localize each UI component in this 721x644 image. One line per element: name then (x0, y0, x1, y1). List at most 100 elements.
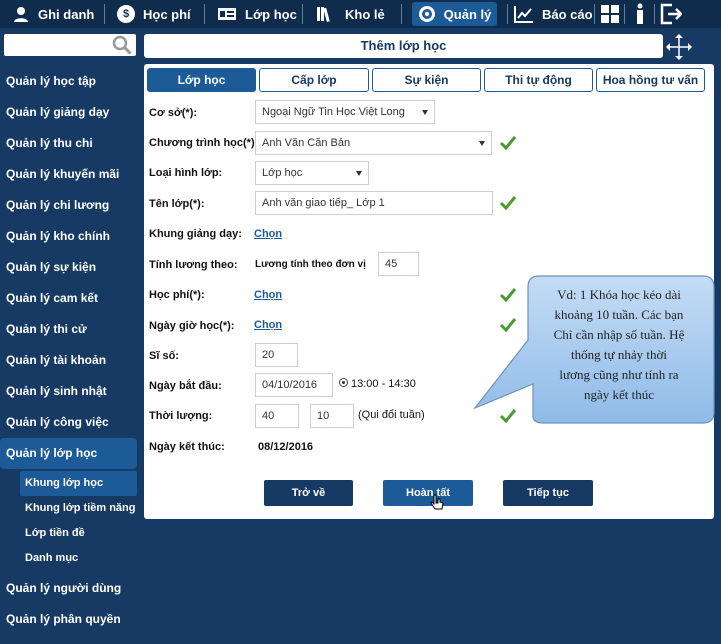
ten-lop-input[interactable]: Anh văn giao tiếp_ Lớp 1 (255, 191, 493, 215)
sidebar-item[interactable]: Quản lý sinh nhật (0, 376, 140, 407)
next-button[interactable]: Tiếp tục (503, 480, 593, 506)
books-icon (317, 7, 330, 23)
info-icon (636, 3, 643, 24)
check-icon (499, 196, 517, 211)
nav-kho-le[interactable]: Kho lẻ (303, 0, 401, 28)
dollar-icon: $ (117, 5, 135, 23)
user-icon (14, 7, 28, 22)
sidebar-item[interactable]: Quản lý kho chính (0, 221, 140, 252)
si-so-input[interactable]: 20 (255, 343, 298, 367)
field-label: Loại hình lớp: (149, 167, 223, 179)
nav-quan-ly[interactable]: Quản lý (411, 2, 498, 26)
tab-hoa-hong-tu-van[interactable]: Hoa hồng tư vấn (596, 68, 705, 92)
grid-button[interactable] (595, 4, 624, 24)
search-input[interactable] (4, 34, 136, 56)
tinh-luong-input[interactable]: 45 (378, 252, 419, 276)
sidebar-subitem-khung-lop-hoc[interactable]: Khung lớp học (20, 471, 137, 496)
check-icon (499, 136, 517, 151)
sidebar-item[interactable]: Quản lý tài khoản (0, 345, 140, 376)
nav-lop-hoc[interactable]: Lớp học (205, 0, 302, 28)
khung-giang-day-link[interactable]: Chọn (254, 228, 282, 240)
nav-ghi-danh[interactable]: Ghi danh (0, 0, 104, 28)
field-label: Tính lương theo: (149, 259, 238, 271)
search-icon[interactable] (112, 35, 132, 55)
callout-line: Chỉ cần nhập số tuần. Hệ (553, 327, 685, 342)
time-slot-radio[interactable] (339, 378, 348, 387)
hand-cursor-icon (430, 494, 444, 510)
field-label: Ngày kết thúc: (149, 441, 225, 453)
sidebar-item[interactable]: Quản lý chi lương (0, 190, 140, 221)
co-so-select[interactable]: Ngoại Ngữ Tin Học Việt Long (255, 100, 435, 124)
sidebar-menu: Quản lý học tập Quản lý giảng dạy Quản l… (0, 66, 140, 644)
sidebar-item[interactable]: Quản lý thi cử (0, 314, 140, 345)
sidebar-item[interactable]: Quản lý cam kết (0, 283, 140, 314)
field-label: Tên lớp(*): (149, 198, 205, 210)
ngay-bat-dau-input[interactable]: 04/10/2016 (255, 373, 333, 397)
callout-line: lương cũng như tính ra (559, 367, 679, 382)
nav-label: Kho lẻ (345, 6, 385, 22)
page-title: Thêm lớp học (144, 34, 663, 58)
tab-lop-hoc[interactable]: Lớp học (147, 68, 256, 92)
sidebar: Quản lý học tập Quản lý giảng dạy Quản l… (0, 28, 140, 644)
callout-text: Vd: 1 Khóa học kéo dài khoảng 10 tuần. C… (533, 285, 705, 405)
hoc-phi-link[interactable]: Chọn (254, 289, 282, 301)
tab-thi-tu-dong[interactable]: Thi tự động (484, 68, 593, 92)
back-button[interactable]: Trở về (264, 480, 353, 506)
sidebar-subitem[interactable]: Khung lớp tiềm năng (0, 496, 140, 521)
field-label: Ngày giờ học(*): (149, 320, 235, 332)
callout-line: thống tự nhảy thời (571, 347, 667, 362)
sidebar-item[interactable]: Quản lý công việc (0, 407, 140, 438)
sidebar-item[interactable]: Quản lý sự kiện (0, 252, 140, 283)
nav-label: Ghi danh (38, 6, 95, 22)
so-tuan-input[interactable]: 10 (310, 404, 354, 428)
field-label: Thời lượng: (149, 410, 213, 422)
nav-bao-cao[interactable]: Báo cáo (508, 0, 594, 28)
thoi-luong-input[interactable]: 40 (255, 404, 299, 428)
tab-cap-lop[interactable]: Cấp lớp (259, 68, 369, 92)
sidebar-item[interactable]: Quản lý khuyến mãi (0, 159, 140, 190)
nav-label: Quản lý (443, 6, 492, 22)
callout-line: khoảng 10 tuần. Các bạn (554, 307, 684, 322)
callout-line: ngày kết thúc (583, 387, 655, 402)
tab-bar: Lớp học Cấp lớp Sự kiện Thi tự động Hoa … (147, 68, 705, 92)
sidebar-item[interactable]: Quản lý thu chi (0, 128, 140, 159)
id-card-icon (218, 8, 236, 20)
time-slot-label: 13:00 - 14:30 (351, 378, 416, 390)
callout-line: Vd: 1 Khóa học kéo dài (557, 287, 681, 302)
sidebar-item-quan-ly-lop-hoc[interactable]: Quản lý lớp học (0, 438, 137, 469)
loai-hinh-select[interactable]: Lớp học (255, 161, 369, 185)
ngay-gio-hoc-link[interactable]: Chọn (254, 319, 282, 331)
done-button[interactable]: Hoàn tất (383, 480, 473, 506)
grid-icon (600, 5, 619, 23)
field-label: Ngày bắt đầu: (149, 380, 222, 392)
chuong-trinh-select[interactable]: Anh Văn Căn Bản (255, 131, 492, 155)
sidebar-item[interactable]: Quản lý người dùng (0, 573, 140, 604)
info-button[interactable] (625, 3, 654, 25)
sidebar-subitem[interactable]: Lớp tiền đề (0, 521, 140, 546)
sidebar-item[interactable]: Quản lý phân quyền (0, 604, 140, 635)
gear-icon (418, 6, 435, 22)
sidebar-subitem[interactable]: Danh mục (0, 546, 140, 571)
chart-icon (514, 6, 533, 23)
field-label: Khung giảng dạy: (149, 228, 242, 240)
ngay-ket-thuc-value: 08/12/2016 (258, 441, 314, 453)
sidebar-item[interactable]: Quản lý giảng dạy (0, 97, 140, 128)
field-label: Sĩ số: (149, 350, 179, 362)
nav-quan-ly-wrap: Quản lý (402, 2, 507, 26)
nav-label: Học phí (143, 6, 191, 22)
nav-label: Lớp học (245, 6, 297, 22)
move-icon[interactable] (665, 33, 693, 61)
top-navigation: Ghi danh $ Học phí Lớp học Kho lẻ Quản l… (0, 0, 721, 28)
field-label: Học phí(*): (149, 289, 205, 301)
nav-hoc-phi[interactable]: $ Học phí (105, 0, 204, 28)
field-label: Cơ sở(*): (149, 107, 198, 119)
nav-label: Báo cáo (542, 6, 593, 22)
sidebar-item[interactable]: Quản lý khác (0, 635, 140, 644)
tinh-luong-text: Lương tính theo đơn vị (255, 259, 366, 270)
sidebar-item[interactable]: Quản lý học tập (0, 66, 140, 97)
qui-doi-tuan-note: (Qui đổi tuần) (358, 409, 425, 421)
logout-icon (660, 3, 682, 25)
logout-button[interactable] (655, 3, 687, 25)
tab-su-kien[interactable]: Sự kiện (372, 68, 481, 92)
field-label: Chương trình học(*): (149, 137, 259, 149)
